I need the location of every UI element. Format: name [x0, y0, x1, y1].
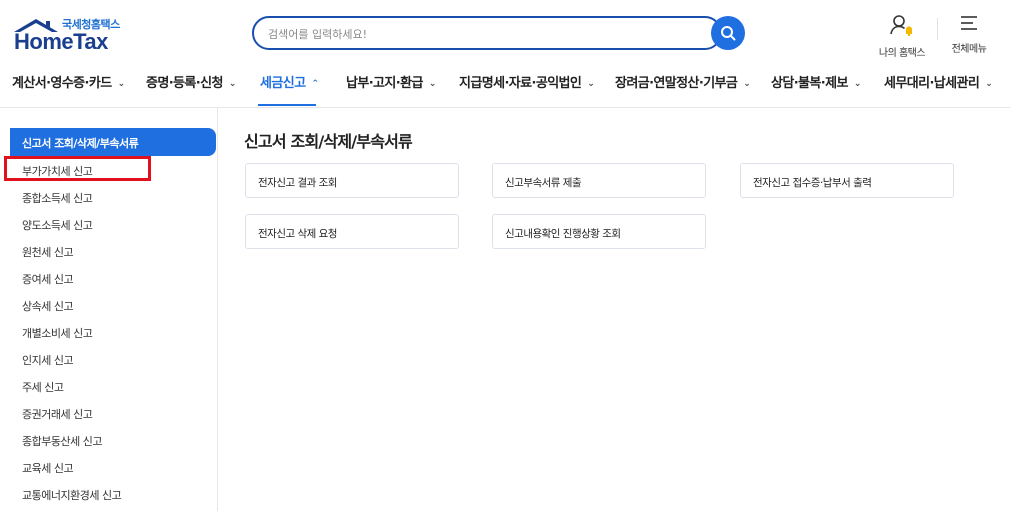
sidebar-item-stamp[interactable]: 인지세 신고 — [22, 352, 74, 368]
gnb-item-receipts[interactable]: 계산서·영수증·카드 ⌄ — [12, 72, 125, 91]
all-menu-label: 전체메뉴 — [951, 44, 987, 55]
all-menu-button[interactable]: 전체메뉴 — [946, 14, 992, 55]
gnb-item-certificates[interactable]: 증명·등록·신청 ⌄ — [146, 72, 236, 91]
active-tab-indicator — [258, 104, 316, 106]
search-icon — [721, 26, 736, 41]
gnb-item-label: 증명·등록·신청 — [146, 76, 223, 91]
card-efiling-result[interactable]: 전자신고 결과 조회 — [245, 163, 459, 198]
search-input[interactable] — [268, 25, 708, 43]
highlight-box — [4, 156, 151, 181]
chevron-down-icon: ⌄ — [117, 79, 126, 89]
card-delete-request[interactable]: 전자신고 삭제 요청 — [245, 214, 459, 249]
chevron-down-icon: ⌄ — [587, 79, 595, 89]
gnb-item-consulting[interactable]: 상담·불복·제보 ⌄ — [771, 72, 861, 91]
gnb-item-agency[interactable]: 세무대리·납세관리 ⌄ — [884, 72, 993, 91]
card-receipt-print[interactable]: 전자신고 접수증·납부서 출력 — [740, 163, 954, 198]
gnb-item-label: 상담·불복·제보 — [771, 76, 848, 91]
sidebar: 신고서 조회/삭제/부속서류 부가가치세 신고 종합소득세 신고 양도소득세 신… — [0, 108, 218, 511]
sidebar-item-gift-tax[interactable]: 증여세 신고 — [22, 271, 74, 287]
chevron-up-icon: ⌃ — [311, 79, 319, 89]
sidebar-item-inheritance[interactable]: 상속세 신고 — [22, 298, 74, 314]
sidebar-item-liquor[interactable]: 주세 신고 — [22, 379, 64, 395]
chevron-down-icon: ⌄ — [428, 79, 437, 89]
header-divider — [937, 18, 938, 40]
card-review-status[interactable]: 신고내용확인 진행상황 조회 — [492, 214, 706, 249]
gnb-item-label: 지급명세·자료·공익법인 — [459, 76, 582, 91]
gnb-item-label: 세금신고 — [260, 76, 306, 91]
gnb-item-label: 납부·고지·환급 — [346, 76, 423, 91]
sidebar-item-securities[interactable]: 증권거래세 신고 — [22, 406, 93, 422]
chevron-down-icon: ⌄ — [985, 79, 993, 89]
logo-title: HomeTax — [14, 29, 108, 54]
sidebar-item-consumption[interactable]: 개별소비세 신고 — [22, 325, 93, 341]
hometax-logo[interactable]: 국세청홈택스 HomeTax — [12, 16, 122, 56]
chevron-down-icon: ⌄ — [228, 79, 237, 89]
chevron-down-icon: ⌄ — [743, 79, 751, 89]
my-hometax-button[interactable]: 나의 홈택스 — [874, 14, 930, 59]
page-title: 신고서 조회/삭제/부속서류 — [244, 132, 413, 151]
sidebar-item-transport-energy[interactable]: 교통에너지환경세 신고 — [22, 487, 122, 503]
gnb-item-label: 장려금·연말정산·기부금 — [615, 76, 738, 91]
main-content: 신고서 조회/삭제/부속서류 전자신고 결과 조회 신고부속서류 제출 전자신고… — [218, 108, 1010, 511]
user-bell-icon — [890, 15, 912, 37]
gnb-item-statements[interactable]: 지급명세·자료·공익법인 ⌄ — [459, 72, 595, 91]
sidebar-item-income-tax[interactable]: 종합소득세 신고 — [22, 190, 93, 206]
sidebar-item-active[interactable]: 신고서 조회/삭제/부속서류 — [10, 128, 216, 156]
gnb-item-incentives[interactable]: 장려금·연말정산·기부금 ⌄ — [615, 72, 751, 91]
my-hometax-label: 나의 홈택스 — [878, 48, 926, 59]
search-box — [252, 16, 722, 50]
chevron-down-icon: ⌄ — [853, 79, 862, 89]
search-button[interactable] — [711, 16, 745, 50]
gnb-item-label: 세무대리·납세관리 — [884, 76, 980, 91]
sidebar-item-capital-gains[interactable]: 양도소득세 신고 — [22, 217, 93, 233]
sidebar-item-education[interactable]: 교육세 신고 — [22, 460, 74, 476]
card-attachment-submit[interactable]: 신고부속서류 제출 — [492, 163, 706, 198]
sidebar-item-withholding[interactable]: 원천세 신고 — [22, 244, 74, 260]
hamburger-menu-icon — [961, 16, 977, 30]
gnb-item-payment[interactable]: 납부·고지·환급 ⌄ — [346, 72, 436, 91]
gnb-item-tax-filing[interactable]: 세금신고 ⌃ — [260, 72, 319, 91]
header: 국세청홈택스 HomeTax 나의 홈택스 전체메뉴 계산서·영수증·카드 ⌄ 증… — [0, 0, 1010, 108]
global-nav: 계산서·영수증·카드 ⌄ 증명·등록·신청 ⌄ 세금신고 ⌃ 납부·고지·환급 ⌄ 지급… — [0, 64, 1010, 108]
sidebar-item-property[interactable]: 종합부동산세 신고 — [22, 433, 102, 449]
gnb-item-label: 계산서·영수증·카드 — [12, 76, 112, 91]
